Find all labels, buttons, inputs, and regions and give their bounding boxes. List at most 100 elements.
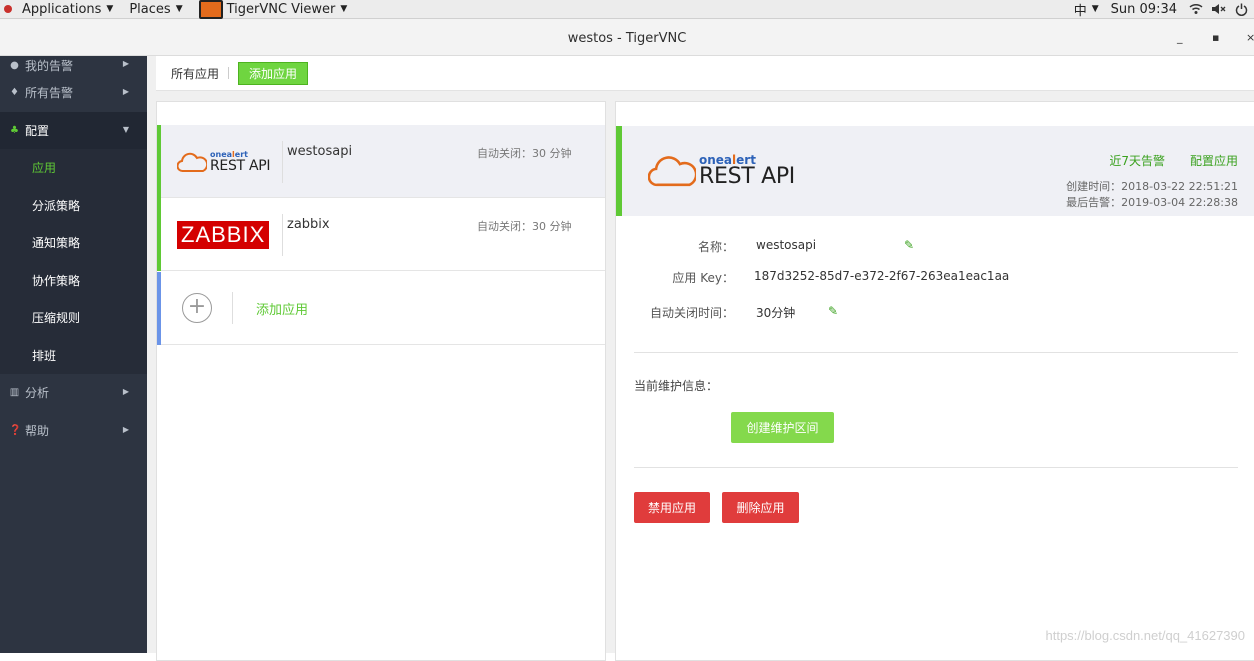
app-autoclose: 自动关闭：30 分钟 xyxy=(477,147,572,160)
app-detail-logo: onealert REST API xyxy=(648,153,795,188)
app-detail-panel: onealert REST API 近7天告警 配置应用 创建时间：2018-0… xyxy=(615,101,1254,661)
chevron-down-icon: ▼ xyxy=(340,4,348,14)
tigervnc-icon xyxy=(198,0,223,19)
field-value: 30分钟 xyxy=(756,306,796,320)
app-name: westosapi xyxy=(287,144,353,159)
clock[interactable]: Sun 09:34 xyxy=(1105,0,1183,19)
chevron-right-icon: ▶ xyxy=(122,87,129,96)
plus-circle-icon[interactable]: + xyxy=(182,293,212,323)
recent-alerts-link[interactable]: 近7天告警 xyxy=(1109,152,1165,169)
field-value: 187d3252-85d7-e372-2f67-263ea1eac1aa xyxy=(754,269,1010,283)
divider xyxy=(634,352,1238,353)
power-icon xyxy=(1235,3,1248,16)
system-logo-icon xyxy=(4,5,12,13)
sidebar-subitem-collab-policy[interactable]: 协作策略 xyxy=(0,261,147,299)
sidebar-item-help[interactable]: ❓ 帮助 ▶ xyxy=(0,412,147,450)
last-alert-time: 最后告警：2019-03-04 22:28:38 xyxy=(1066,196,1238,209)
edit-pencil-icon[interactable]: ✎ xyxy=(828,304,838,318)
app-autoclose: 自动关闭：30 分钟 xyxy=(477,220,572,233)
sitemap-icon: ♣ xyxy=(10,124,19,136)
sidebar-subitem-compress-rules[interactable]: 压缩规则 xyxy=(0,299,147,337)
app-logo: onealert REST API xyxy=(177,125,277,198)
configure-app-link[interactable]: 配置应用 xyxy=(1190,152,1238,169)
places-label: Places xyxy=(129,1,171,17)
status-menu[interactable] xyxy=(1183,0,1254,19)
rest-api-text: REST API xyxy=(699,163,795,189)
field-label: 应用 Key： xyxy=(672,271,734,285)
delete-app-button[interactable]: 删除应用 xyxy=(722,492,799,523)
chevron-down-icon: ▼ xyxy=(122,124,129,134)
chevron-right-icon: ▶ xyxy=(122,424,129,434)
flame-icon: ♦ xyxy=(10,87,19,99)
active-app-label: TigerVNC Viewer xyxy=(226,1,336,17)
places-menu[interactable]: Places ▼ xyxy=(121,0,190,19)
create-maintenance-button[interactable]: 创建维护区间 xyxy=(731,412,834,443)
chevron-down-icon: ▼ xyxy=(1091,4,1099,14)
input-method-menu[interactable]: 中 ▼ xyxy=(1068,0,1105,19)
created-time: 创建时间：2018-03-22 22:51:21 xyxy=(1066,180,1238,193)
sidebar-item-my-alerts[interactable]: ● 我的告警 ▶ xyxy=(0,56,147,74)
wifi-icon xyxy=(1189,3,1203,14)
window-title: westos - TigerVNC xyxy=(567,31,687,46)
tab-divider xyxy=(228,67,230,79)
sidebar-item-config[interactable]: ♣ 配置 ▼ xyxy=(0,111,147,149)
selected-indicator xyxy=(616,126,622,216)
sidebar-item-label: 帮助 xyxy=(25,423,50,438)
status-indicator xyxy=(157,198,161,271)
sidebar-item-analysis[interactable]: ▥ 分析 ▶ xyxy=(0,374,147,412)
input-method-label: 中 xyxy=(1073,3,1087,19)
sidebar-item-label: 所有告警 xyxy=(25,86,74,101)
field-label: 名称： xyxy=(697,240,734,254)
maintenance-label: 当前维护信息： xyxy=(634,379,719,393)
maximize-button[interactable]: ▪ xyxy=(1212,31,1219,44)
sidebar: ● 我的告警 ▶ ♦ 所有告警 ▶ ♣ 配置 ▼ 应用 分派策略 通知策略 协作… xyxy=(0,56,147,653)
window-title-bar: westos - TigerVNC _ ▪ × xyxy=(0,19,1254,56)
cloud-icon xyxy=(648,156,696,187)
close-button[interactable]: × xyxy=(1246,31,1254,44)
onealert-rest-api-logo: onealert REST API xyxy=(648,153,795,188)
question-icon: ❓ xyxy=(9,424,22,436)
app-tab-strip: 所有应用 添加应用 xyxy=(156,56,1254,91)
field-app-key: 应用 Key： 187d3252-85d7-e372-2f67-263ea1ea… xyxy=(616,269,1254,289)
disable-app-button[interactable]: 禁用应用 xyxy=(634,492,710,523)
clock-label: Sun 09:34 xyxy=(1110,1,1177,17)
divider xyxy=(282,141,283,183)
chevron-down-icon: ▼ xyxy=(175,4,183,14)
edit-pencil-icon[interactable]: ✎ xyxy=(904,238,914,252)
system-top-bar: Applications ▼ Places ▼ TigerVNC Viewer … xyxy=(0,0,1254,19)
sidebar-subitem-schedule[interactable]: 排班 xyxy=(0,336,147,374)
divider xyxy=(634,467,1238,468)
volume-muted-icon xyxy=(1212,4,1226,14)
sidebar-subitem-dispatch-policy[interactable]: 分派策略 xyxy=(0,186,147,224)
chevron-down-icon: ▼ xyxy=(106,4,114,14)
field-label: 自动关闭时间： xyxy=(649,306,734,320)
app-list-panel: onealert REST API westosapi 自动关闭：30 分钟 Z… xyxy=(156,101,606,661)
app-name: zabbix xyxy=(287,217,330,232)
field-value: westosapi xyxy=(756,238,817,252)
divider xyxy=(232,292,233,324)
sidebar-item-label: 配置 xyxy=(25,123,50,138)
tab-all-apps[interactable]: 所有应用 xyxy=(171,65,219,82)
minimize-button[interactable]: _ xyxy=(1177,31,1183,44)
sidebar-item-all-alerts[interactable]: ♦ 所有告警 ▶ xyxy=(0,74,147,112)
applications-menu[interactable]: Applications ▼ xyxy=(0,0,121,19)
app-list-item-westosapi[interactable]: onealert REST API westosapi 自动关闭：30 分钟 xyxy=(157,125,605,198)
zabbix-logo: ZABBIX xyxy=(177,220,270,249)
sidebar-subitem-notify-policy[interactable]: 通知策略 xyxy=(0,224,147,262)
chevron-right-icon: ▶ xyxy=(122,387,129,396)
rest-api-text: REST API xyxy=(210,157,271,174)
active-app-menu[interactable]: TigerVNC Viewer ▼ xyxy=(191,0,356,19)
cloud-icon xyxy=(177,152,207,172)
add-app-label[interactable]: 添加应用 xyxy=(256,299,308,318)
tab-add-app[interactable]: 添加应用 xyxy=(238,61,309,85)
field-autoclose: 自动关闭时间： 30分钟 ✎ xyxy=(616,304,1254,324)
field-name: 名称： westosapi ✎ xyxy=(616,238,1254,258)
add-indicator xyxy=(157,272,161,345)
main-content: 所有应用 添加应用 onealert REST API westosapi 自动… xyxy=(147,56,1254,661)
sidebar-subitem-apps[interactable]: 应用 xyxy=(0,149,147,187)
selected-indicator xyxy=(157,125,161,198)
app-logo: ZABBIX xyxy=(177,198,277,271)
app-list-item-zabbix[interactable]: ZABBIX zabbix 自动关闭：30 分钟 xyxy=(157,198,605,271)
bar-chart-icon: ▥ xyxy=(9,387,20,399)
add-app-row[interactable]: + 添加应用 xyxy=(157,272,605,345)
